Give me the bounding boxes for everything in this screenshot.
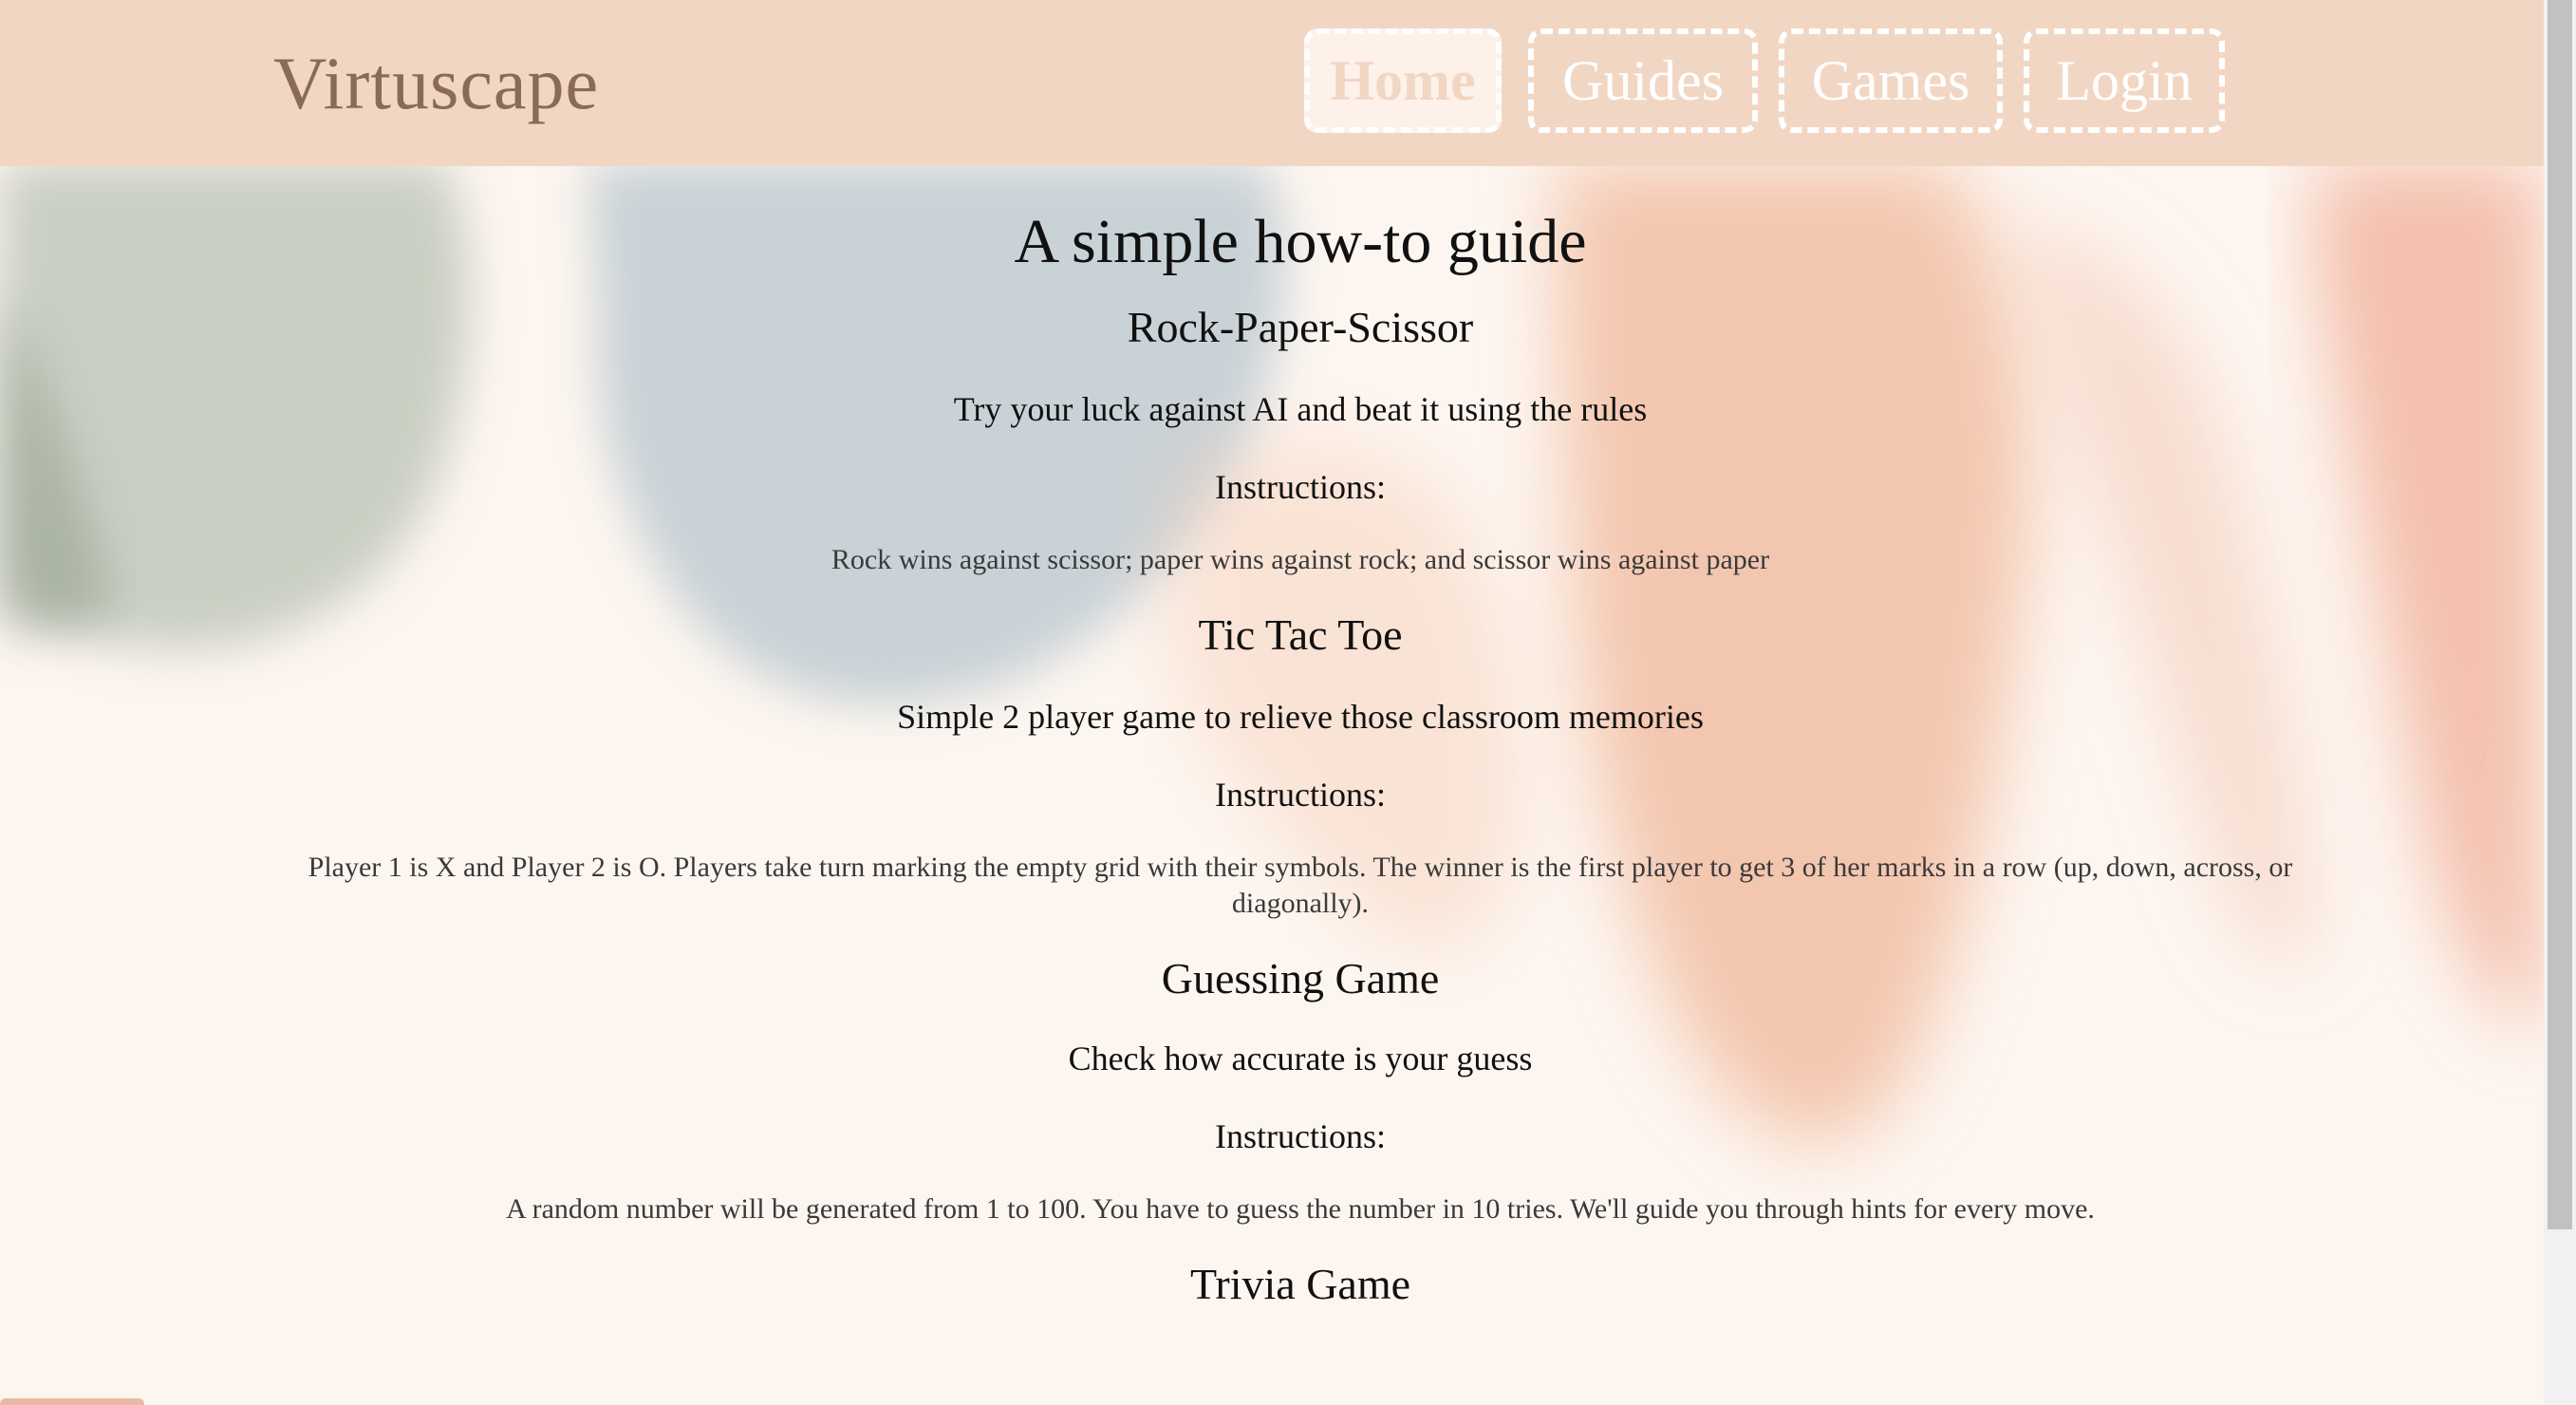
- bottom-tab-edge: [0, 1398, 144, 1405]
- nav-home-button[interactable]: Home: [1304, 28, 1502, 133]
- game-section-trivia-game: Trivia Game: [0, 1256, 2544, 1313]
- game-title: Guessing Game: [1161, 954, 1440, 1002]
- guide-content: A simple how-to guide Rock-Paper-Scissor…: [0, 166, 2544, 1313]
- game-title: Trivia Game: [1189, 1260, 1411, 1308]
- game-title: Rock-Paper-Scissor: [1127, 303, 1474, 351]
- page: Virtuscape Home Guides Games Login A sim…: [0, 0, 2544, 1405]
- nav-login-button[interactable]: Login: [2024, 28, 2225, 133]
- instructions-label: Instructions:: [1215, 1117, 1386, 1155]
- game-tagline: Try your luck against AI and beat it usi…: [953, 390, 1648, 428]
- nav-games-button[interactable]: Games: [1779, 28, 2003, 133]
- nav-guides-button[interactable]: Guides: [1528, 28, 1758, 133]
- game-tagline: Check how accurate is your guess: [1068, 1040, 1533, 1077]
- game-section-tic-tac-toe: Tic Tac Toe Simple 2 player game to reli…: [0, 607, 2544, 922]
- instructions-label: Instructions:: [1215, 468, 1386, 506]
- page-title: A simple how-to guide: [1014, 207, 1587, 276]
- instructions-text: Rock wins against scissor; paper wins ag…: [831, 544, 1770, 575]
- brand-logo[interactable]: Virtuscape: [273, 36, 599, 131]
- instructions-text: A random number will be generated from 1…: [506, 1193, 2095, 1225]
- instructions-label: Instructions:: [1215, 776, 1386, 814]
- game-title: Tic Tac Toe: [1198, 610, 1403, 659]
- instructions-text: Player 1 is X and Player 2 is O. Players…: [308, 852, 2293, 919]
- game-tagline: Simple 2 player game to relieve those cl…: [897, 698, 1704, 736]
- top-navbar: Virtuscape Home Guides Games Login: [0, 0, 2544, 166]
- game-section-rock-paper-scissor: Rock-Paper-Scissor Try your luck against…: [0, 299, 2544, 578]
- game-section-guessing-game: Guessing Game Check how accurate is your…: [0, 950, 2544, 1227]
- vertical-scrollbar-thumb[interactable]: [2548, 0, 2572, 1229]
